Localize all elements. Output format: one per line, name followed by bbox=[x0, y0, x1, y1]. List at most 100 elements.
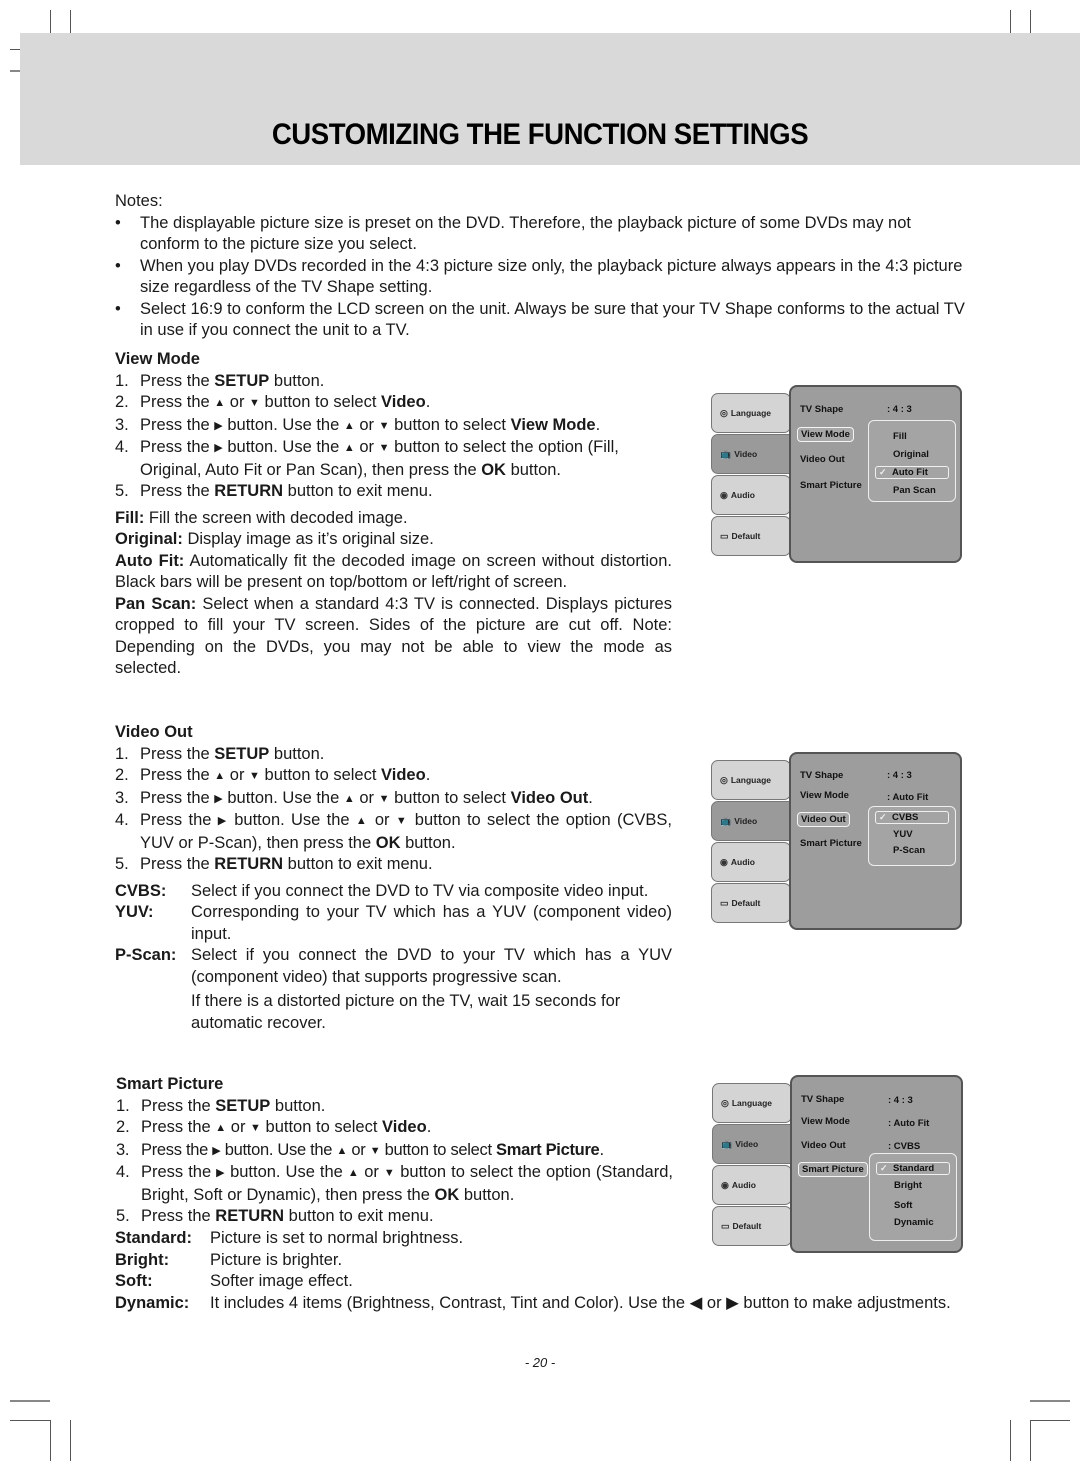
video-out-value: : CVBS bbox=[888, 1141, 921, 1149]
menu-item-view-mode[interactable]: View Mode bbox=[798, 1115, 853, 1128]
option-dynamic[interactable]: Dynamic bbox=[894, 1217, 934, 1228]
option-fill[interactable]: Fill bbox=[893, 431, 907, 442]
osd-menu-view-mode: ◎ Language 📺 Video ◉ Audio ▭ Default TV Shap… bbox=[711, 385, 963, 565]
menu-item-tv-shape[interactable]: TV Shape bbox=[797, 769, 846, 782]
crop-mark bbox=[1010, 1420, 1011, 1461]
option-yuv[interactable]: YUV bbox=[893, 829, 913, 840]
tab-audio[interactable]: ◉ Audio bbox=[712, 1165, 792, 1205]
speaker-icon: ◉ bbox=[720, 856, 728, 867]
section-heading: Smart Picture bbox=[116, 1075, 224, 1093]
smart-picture-section: Smart Picture 1. Press the SETUP button. … bbox=[116, 1074, 673, 1228]
option-auto-fit[interactable]: Auto Fit bbox=[875, 466, 949, 479]
note-bullet: Select 16:9 to conform the LCD screen on… bbox=[115, 299, 965, 342]
tab-video[interactable]: 📺 Video bbox=[711, 434, 801, 474]
lips-icon: ◎ bbox=[720, 407, 728, 418]
speech-bubble-icon: ▭ bbox=[720, 897, 729, 908]
down-arrow-icon: ▼ bbox=[395, 815, 409, 827]
down-arrow-icon: ▼ bbox=[383, 1167, 396, 1179]
osd-menu-smart-picture: ◎ Language 📺 Video ◉ Audio ▭ Default TV Shap… bbox=[712, 1075, 964, 1255]
menu-item-view-mode[interactable]: View Mode bbox=[797, 789, 852, 802]
right-arrow-icon: ▶ bbox=[214, 442, 223, 454]
menu-item-tv-shape[interactable]: TV Shape bbox=[798, 1093, 847, 1106]
step: 1. Press the SETUP button. bbox=[115, 371, 325, 390]
option-standard[interactable]: Standard bbox=[876, 1162, 950, 1175]
menu-item-tv-shape[interactable]: TV Shape bbox=[797, 403, 846, 416]
tv-shape-value: : 4 : 3 bbox=[887, 770, 912, 781]
options-popup: Standard Bright Soft Dynamic bbox=[869, 1153, 957, 1241]
tv-shape-value: : 4 : 3 bbox=[888, 1095, 913, 1106]
menu-item-smart-picture[interactable]: Smart Picture bbox=[798, 1162, 868, 1177]
note-bullet: The displayable picture size is preset o… bbox=[115, 213, 965, 256]
definition: Dynamic: It includes 4 items (Brightness,… bbox=[115, 1293, 951, 1312]
definition: CVBS: Select if you connect the DVD to TV… bbox=[115, 881, 649, 900]
step: 1. Press the SETUP button. bbox=[115, 744, 325, 763]
definition: Fill: Fill the screen with decoded image… bbox=[115, 508, 408, 527]
option-soft[interactable]: Soft bbox=[894, 1200, 912, 1211]
tab-default[interactable]: ▭ Default bbox=[712, 1206, 792, 1246]
step: 2. Press the ▲ or ▼ button to select Vide… bbox=[115, 393, 431, 411]
up-arrow-icon: ▲ bbox=[336, 1144, 348, 1157]
lips-icon: ◎ bbox=[721, 1097, 729, 1108]
options-popup: Fill Original Auto Fit Pan Scan bbox=[868, 420, 956, 502]
view-mode-value: : Auto Fit bbox=[888, 1118, 930, 1129]
page-number: - 20 - bbox=[524, 1355, 556, 1370]
down-arrow-icon: ▼ bbox=[249, 770, 260, 782]
step: 5. Press the RETURN button to exit menu. bbox=[115, 482, 433, 500]
tab-video[interactable]: 📺 Video bbox=[712, 1124, 802, 1164]
crop-mark bbox=[50, 1420, 51, 1461]
step: 5. Press the RETURN button to exit menu. bbox=[115, 855, 433, 873]
step: 3. Press the ▶ button. Use the ▲ or ▼ but… bbox=[116, 1140, 604, 1159]
up-arrow-icon: ▲ bbox=[347, 1167, 360, 1179]
menu-item-video-out[interactable]: Video Out bbox=[797, 812, 850, 827]
menu-item-video-out[interactable]: Video Out bbox=[798, 1139, 849, 1152]
tab-default[interactable]: ▭ Default bbox=[711, 883, 791, 923]
step: 3. Press the ▶ button. Use the ▲ or ▼ but… bbox=[115, 415, 601, 434]
option-original[interactable]: Original bbox=[893, 449, 929, 460]
tv-shape-value: : 4 : 3 bbox=[887, 404, 912, 415]
tab-language[interactable]: ◎ Language bbox=[712, 1083, 792, 1123]
down-arrow-icon: ▼ bbox=[249, 397, 260, 409]
definition: YUV: Corresponding to your TV which has a… bbox=[115, 903, 672, 943]
notes-heading: Notes: bbox=[115, 192, 163, 210]
settings-panel: TV Shape : 4 : 3 View Mode : Auto Fit Vi… bbox=[790, 1075, 963, 1253]
options-popup: CVBS YUV P-Scan bbox=[868, 806, 956, 866]
step: 5. Press the RETURN button to exit menu. bbox=[116, 1207, 434, 1225]
tv-icon: 📺 bbox=[721, 1138, 733, 1149]
lips-icon: ◎ bbox=[720, 774, 728, 785]
tab-language[interactable]: ◎ Language bbox=[711, 760, 791, 800]
menu-item-video-out[interactable]: Video Out bbox=[797, 453, 848, 466]
step: 4. Press the ▶ button. Use the ▲ or ▼ but… bbox=[116, 1163, 673, 1204]
speaker-icon: ◉ bbox=[721, 1179, 729, 1190]
right-arrow-icon: ▶ bbox=[217, 815, 228, 827]
crop-mark bbox=[1030, 1420, 1070, 1421]
crop-mark bbox=[10, 1420, 50, 1421]
option-p-scan[interactable]: P-Scan bbox=[893, 845, 925, 856]
definition: Auto Fit: Automatically fit the decoded … bbox=[115, 551, 672, 592]
tab-audio[interactable]: ◉ Audio bbox=[711, 842, 791, 882]
menu-item-view-mode[interactable]: View Mode bbox=[797, 427, 854, 442]
tab-default[interactable]: ▭ Default bbox=[711, 516, 791, 556]
option-cvbs[interactable]: CVBS bbox=[875, 811, 949, 824]
menu-item-smart-picture[interactable]: Smart Picture bbox=[797, 479, 865, 492]
down-arrow-icon: ▼ bbox=[378, 792, 390, 805]
step: 4. Press the ▶ button. Use the ▲ or ▼ but… bbox=[115, 438, 619, 479]
up-arrow-icon: ▲ bbox=[343, 419, 355, 432]
speech-bubble-icon: ▭ bbox=[721, 1220, 730, 1231]
tab-language[interactable]: ◎ Language bbox=[711, 393, 791, 433]
definition: Original: Display image as it’s original… bbox=[115, 530, 434, 548]
up-arrow-icon: ▲ bbox=[343, 792, 355, 805]
option-bright[interactable]: Bright bbox=[894, 1180, 922, 1191]
tab-audio[interactable]: ◉ Audio bbox=[711, 475, 791, 515]
tab-video[interactable]: 📺 Video bbox=[711, 801, 801, 841]
section-heading: Video Out bbox=[115, 723, 193, 741]
menu-item-smart-picture[interactable]: Smart Picture bbox=[797, 837, 865, 850]
up-arrow-icon: ▲ bbox=[214, 397, 226, 409]
up-arrow-icon: ▲ bbox=[215, 1122, 227, 1134]
option-pan-scan[interactable]: Pan Scan bbox=[893, 485, 936, 496]
crop-mark bbox=[70, 1420, 71, 1461]
extra-note: If there is a distorted picture on the T… bbox=[191, 992, 621, 1032]
crop-mark bbox=[1030, 1400, 1070, 1402]
view-mode-section: View Mode 1. Press the SETUP button. 2. Pr… bbox=[115, 349, 672, 680]
right-arrow-icon: ▶ bbox=[214, 792, 223, 805]
up-arrow-icon: ▲ bbox=[214, 770, 226, 782]
